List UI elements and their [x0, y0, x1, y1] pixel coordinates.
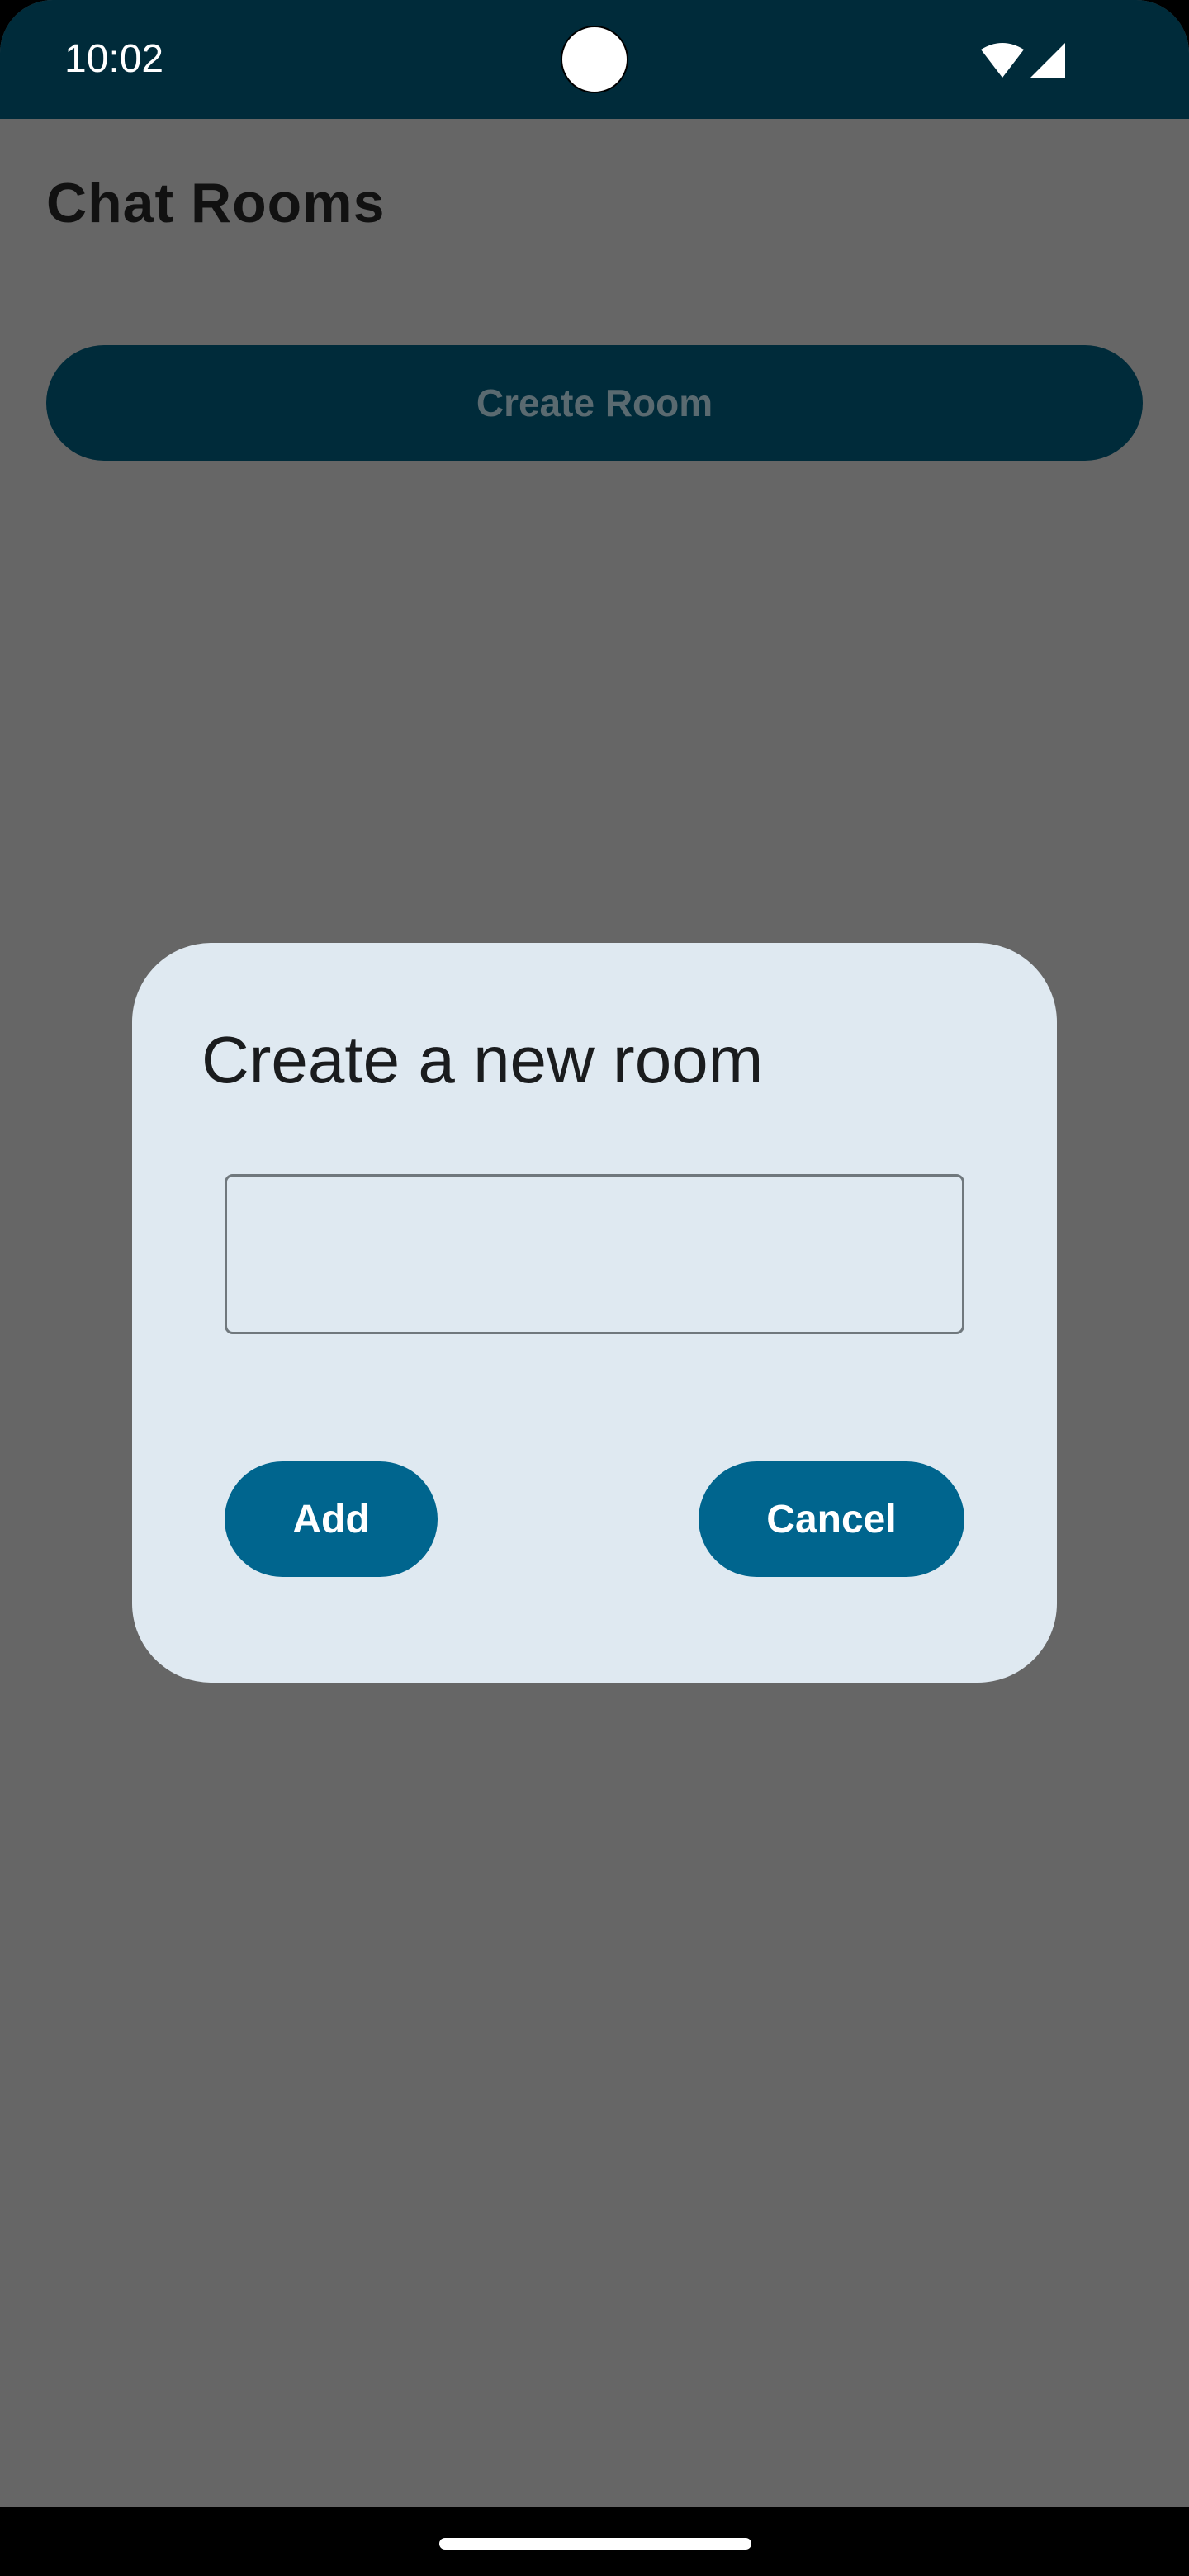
create-room-button[interactable]: Create Room: [46, 345, 1143, 461]
cellular-signal-icon: [1030, 43, 1065, 78]
cancel-button[interactable]: Cancel: [699, 1461, 964, 1577]
status-bar: 10:02: [0, 0, 1189, 119]
add-button[interactable]: Add: [225, 1461, 438, 1577]
wifi-icon: [981, 43, 1024, 78]
navigation-bar: [0, 2507, 1189, 2576]
home-gesture-handle[interactable]: [439, 2538, 751, 2550]
camera-cutout: [561, 26, 628, 93]
create-room-dialog: Create a new room Add Cancel: [132, 943, 1057, 1683]
app-screen: 10:02 Chat Rooms Create Room Create a ne…: [0, 0, 1189, 2576]
room-name-input[interactable]: [225, 1174, 964, 1334]
status-time: 10:02: [64, 37, 164, 81]
page-title: Chat Rooms: [46, 172, 386, 234]
dialog-title: Create a new room: [201, 1023, 764, 1096]
